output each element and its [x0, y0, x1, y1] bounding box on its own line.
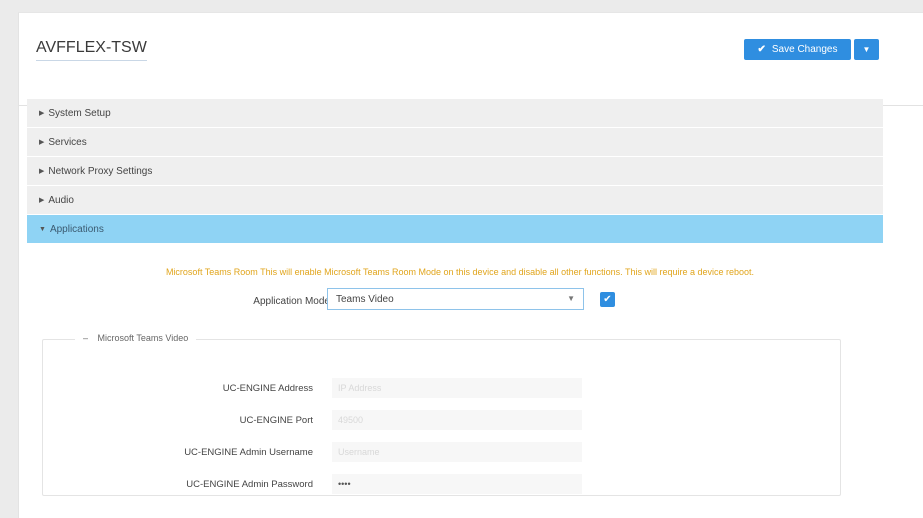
- section-label: Applications: [49, 223, 104, 235]
- save-changes-button[interactable]: ✔ Save Changes: [744, 39, 851, 60]
- uc-engine-address-input[interactable]: [332, 378, 582, 398]
- settings-sections: ▶ System Setup ▶ Services ▶ Network Prox…: [27, 99, 883, 244]
- application-mode-checkbox[interactable]: ✔: [600, 292, 615, 307]
- save-options-dropdown-button[interactable]: ▼: [854, 39, 879, 60]
- caret-right-icon: ▶: [39, 110, 45, 117]
- minus-icon: –: [83, 333, 89, 343]
- teams-video-collapse-toggle[interactable]: – Microsoft Teams Video: [75, 333, 197, 343]
- section-label: System Setup: [48, 107, 111, 119]
- uc-engine-admin-username-input[interactable]: [332, 442, 582, 462]
- teams-room-warning: Microsoft Teams Room This will enable Mi…: [165, 267, 755, 277]
- caret-down-icon: ▼: [862, 45, 871, 54]
- caret-right-icon: ▶: [39, 197, 45, 204]
- uc-engine-admin-password-label: UC-ENGINE Admin Password: [186, 479, 313, 490]
- uc-engine-address-label: UC-ENGINE Address: [222, 383, 313, 394]
- application-mode-select[interactable]: Teams Video ▼: [327, 288, 584, 310]
- checkmark-icon: ✔: [603, 294, 612, 305]
- uc-engine-admin-password-input[interactable]: [332, 474, 582, 494]
- card-header: AVFFLEX-TSW ✔ Save Changes ▼: [19, 13, 923, 106]
- uc-engine-port-input[interactable]: [332, 410, 582, 430]
- section-label: Services: [48, 136, 87, 148]
- caret-right-icon: ▶: [39, 139, 45, 146]
- uc-engine-admin-username-label: UC-ENGINE Admin Username: [184, 447, 313, 458]
- caret-down-icon: ▼: [39, 225, 46, 233]
- device-name-title: AVFFLEX-TSW: [36, 39, 147, 61]
- section-system-setup[interactable]: ▶ System Setup: [27, 99, 883, 128]
- application-mode-label: Application Mode: [253, 296, 330, 307]
- section-services[interactable]: ▶ Services: [27, 128, 883, 157]
- caret-right-icon: ▶: [39, 168, 45, 175]
- application-mode-value: Teams Video: [336, 293, 394, 305]
- chevron-down-icon: ▼: [567, 294, 575, 303]
- section-label: Network Proxy Settings: [48, 165, 153, 177]
- section-audio[interactable]: ▶ Audio: [27, 186, 883, 215]
- section-applications[interactable]: ▼ Applications: [27, 215, 883, 244]
- check-icon: ✔: [757, 44, 766, 55]
- save-changes-label: Save Changes: [771, 44, 838, 55]
- section-label: Audio: [48, 194, 74, 206]
- section-network-proxy-settings[interactable]: ▶ Network Proxy Settings: [27, 157, 883, 186]
- uc-engine-port-label: UC-ENGINE Port: [239, 415, 313, 426]
- teams-video-group-title: Microsoft Teams Video: [97, 333, 189, 343]
